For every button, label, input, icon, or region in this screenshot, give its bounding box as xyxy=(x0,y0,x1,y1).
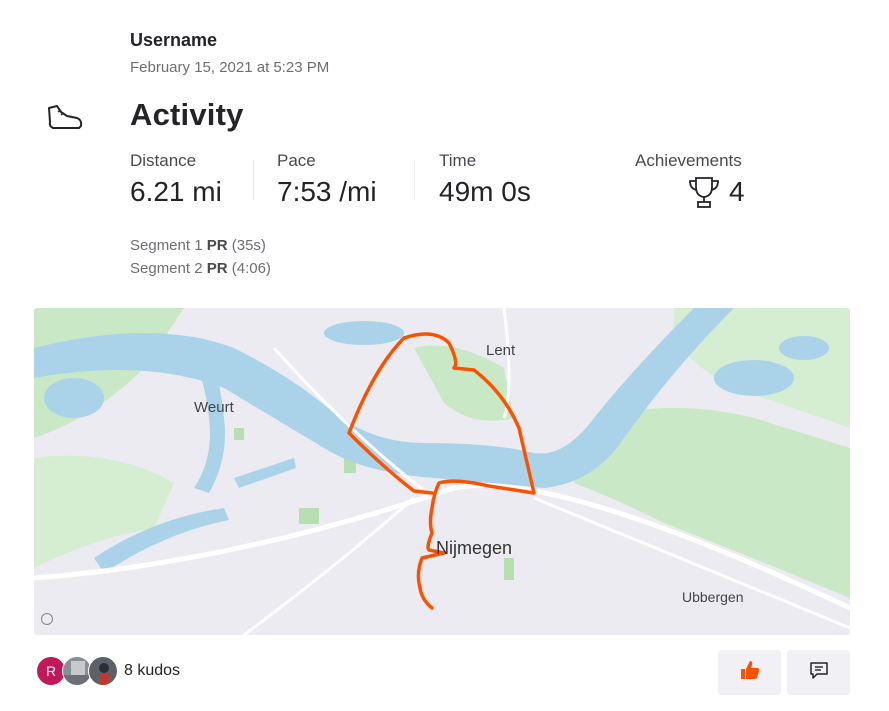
map-label-ubbergen: Ubbergen xyxy=(682,589,744,605)
time-label: Time xyxy=(439,151,477,170)
segment-time: (35s) xyxy=(231,237,266,254)
running-shoe-icon xyxy=(45,100,85,134)
pace-value: 7:53 /mi xyxy=(277,176,377,207)
thumbs-up-icon xyxy=(739,659,761,686)
pace-label: Pace xyxy=(277,151,316,170)
segment-name: Segment 2 xyxy=(130,260,203,277)
map-label-nijmegen: Nijmegen xyxy=(436,538,513,558)
distance-value: 6.21 mi xyxy=(130,176,222,207)
avatar xyxy=(88,656,118,686)
activity-map[interactable]: Lent Weurt Nijmegen Ubbergen xyxy=(34,308,850,635)
stat-divider xyxy=(414,160,415,200)
segment-time: (4:06) xyxy=(231,260,271,277)
segment-2-row[interactable]: Segment 2 PR (4:06) xyxy=(130,260,271,277)
pr-badge: PR xyxy=(206,260,228,277)
give-kudos-button[interactable] xyxy=(718,650,781,695)
trophy-icon xyxy=(686,174,722,210)
map-attribution-icon[interactable] xyxy=(41,613,53,625)
kudos-count[interactable]: 8 kudos xyxy=(124,662,180,680)
comment-icon xyxy=(808,659,830,686)
stat-divider xyxy=(253,160,254,200)
athlete-username[interactable]: Username xyxy=(130,30,217,51)
comment-button[interactable] xyxy=(787,650,850,695)
achievements-count: 4 xyxy=(729,176,745,207)
map-label-lent: Lent xyxy=(486,342,516,359)
map-canvas xyxy=(34,308,850,635)
map-label-weurt: Weurt xyxy=(194,399,234,416)
segment-1-row[interactable]: Segment 1 PR (35s) xyxy=(130,237,266,254)
segment-name: Segment 1 xyxy=(130,237,203,254)
activity-datetime: February 15, 2021 at 5:23 PM xyxy=(130,59,330,76)
activity-title[interactable]: Activity xyxy=(130,97,244,133)
distance-label: Distance xyxy=(130,151,197,170)
time-value: 49m 0s xyxy=(439,176,531,207)
pr-badge: PR xyxy=(206,237,228,254)
achievements-label: Achievements xyxy=(635,151,742,170)
kudos-avatars[interactable]: R xyxy=(36,656,120,688)
